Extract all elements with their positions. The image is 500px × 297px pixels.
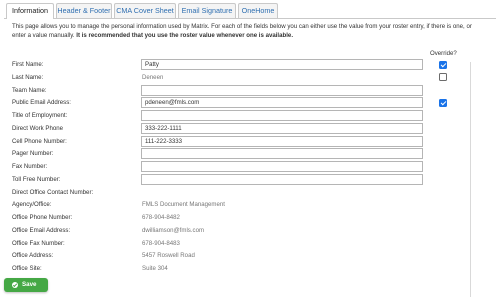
- cell-phone-number-input[interactable]: 111-222-3333: [141, 135, 423, 147]
- field-row-office-fax-number: Office Fax Number: 678-904-8483: [0, 238, 500, 251]
- field-row-office-address: Office Address: 5457 Roswell Road: [0, 250, 500, 263]
- override-column-header: Override?: [430, 50, 457, 57]
- last-name-label: Last Name:: [12, 73, 44, 81]
- field-row-toll-free-number: Toll Free Number:: [0, 173, 500, 187]
- save-button-label: Save: [22, 281, 37, 288]
- office-address-value: 5457 Roswell Road: [142, 252, 195, 260]
- office-address-label: Office Address:: [12, 252, 54, 260]
- field-row-pager-number: Pager Number:: [0, 148, 500, 161]
- first-name-label: First Name:: [12, 61, 44, 68]
- agency-office-label: Agency/Office:: [12, 201, 52, 209]
- scrollbar[interactable]: [470, 62, 471, 297]
- field-row-office-phone-number: Office Phone Number: 678-904-8482: [0, 212, 500, 225]
- field-row-direct-work-phone: Direct Work Phone 333-222-1111: [0, 122, 500, 136]
- toll-free-number-label: Toll Free Number:: [12, 175, 61, 183]
- office-site-label: Office Site:: [12, 265, 42, 272]
- last-name-value: Deneen: [142, 73, 164, 81]
- field-row-first-name: First Name: Patty: [0, 59, 500, 72]
- field-row-office-email-address: Office Email Address: dwilliamson@fmls.co…: [0, 225, 500, 238]
- public-email-address-label: Public Email Address:: [12, 99, 71, 107]
- save-button[interactable]: Save: [4, 278, 48, 292]
- intro-text: This page allows you to manage the perso…: [12, 23, 472, 40]
- office-phone-number-label: Office Phone Number:: [12, 214, 73, 221]
- title-of-employment-input[interactable]: [141, 110, 423, 121]
- field-row-public-email-address: Public Email Address: pdeneen@fmls.com: [0, 97, 500, 110]
- field-row-last-name: Last Name: Deneen: [0, 72, 500, 85]
- toll-free-number-input[interactable]: [141, 173, 423, 185]
- direct-work-phone-label: Direct Work Phone: [12, 124, 64, 132]
- fax-number-label: Fax Number:: [12, 163, 48, 170]
- tab-bar: Information Header & Footer CMA Cover Sh…: [4, 0, 496, 19]
- first-name-override-checkbox[interactable]: [439, 60, 447, 69]
- intro-bold: It is recommended that you use the roste…: [76, 31, 294, 39]
- cell-phone-number-label: Cell Phone Number:: [12, 137, 67, 145]
- direct-office-contact-number-label: Direct Office Contact Number:: [12, 188, 94, 196]
- office-email-address-label: Office Email Address:: [12, 226, 71, 234]
- tab-onehome[interactable]: OneHome: [238, 3, 278, 18]
- public-email-address-input[interactable]: pdeneen@fmls.com: [141, 97, 423, 109]
- last-name-override-checkbox[interactable]: [439, 73, 447, 82]
- tab-email-signature[interactable]: Email Signature: [178, 3, 236, 18]
- direct-work-phone-input[interactable]: 333-222-1111: [141, 122, 423, 134]
- field-row-fax-number: Fax Number:: [0, 161, 500, 174]
- tab-cma-cover-sheet[interactable]: CMA Cover Sheet: [114, 3, 176, 18]
- check-circle-icon: [12, 282, 18, 288]
- agency-office-value: FMLS Document Management: [142, 201, 225, 209]
- pager-number-input[interactable]: [141, 148, 423, 160]
- office-fax-number-value: 678-904-8483: [142, 239, 180, 247]
- fax-number-input[interactable]: [141, 161, 423, 172]
- field-row-team-name: Team Name:: [0, 84, 500, 98]
- office-fax-number-label: Office Fax Number:: [12, 239, 65, 247]
- team-name-label: Team Name:: [12, 86, 47, 94]
- field-row-direct-office-contact-number: Direct Office Contact Number:: [0, 187, 500, 200]
- tab-header-footer[interactable]: Header & Footer: [56, 3, 112, 18]
- tab-information[interactable]: Information: [6, 3, 54, 19]
- title-of-employment-label: Title of Employment:: [12, 112, 68, 119]
- field-row-title-of-employment: Title of Employment:: [0, 110, 500, 123]
- office-phone-number-value: 678-904-8482: [142, 214, 180, 221]
- team-name-input[interactable]: [141, 84, 423, 96]
- public-email-address-override-checkbox[interactable]: [439, 98, 447, 107]
- field-row-cell-phone-number: Cell Phone Number: 111-222-3333: [0, 135, 500, 149]
- pager-number-label: Pager Number:: [12, 150, 54, 158]
- field-row-office-site: Office Site: Suite 304: [0, 263, 500, 276]
- first-name-input[interactable]: Patty: [141, 59, 423, 70]
- office-site-value: Suite 304: [142, 265, 168, 272]
- field-row-agency-office: Agency/Office: FMLS Document Management: [0, 199, 500, 212]
- office-email-address-value: dwilliamson@fmls.com: [142, 226, 205, 234]
